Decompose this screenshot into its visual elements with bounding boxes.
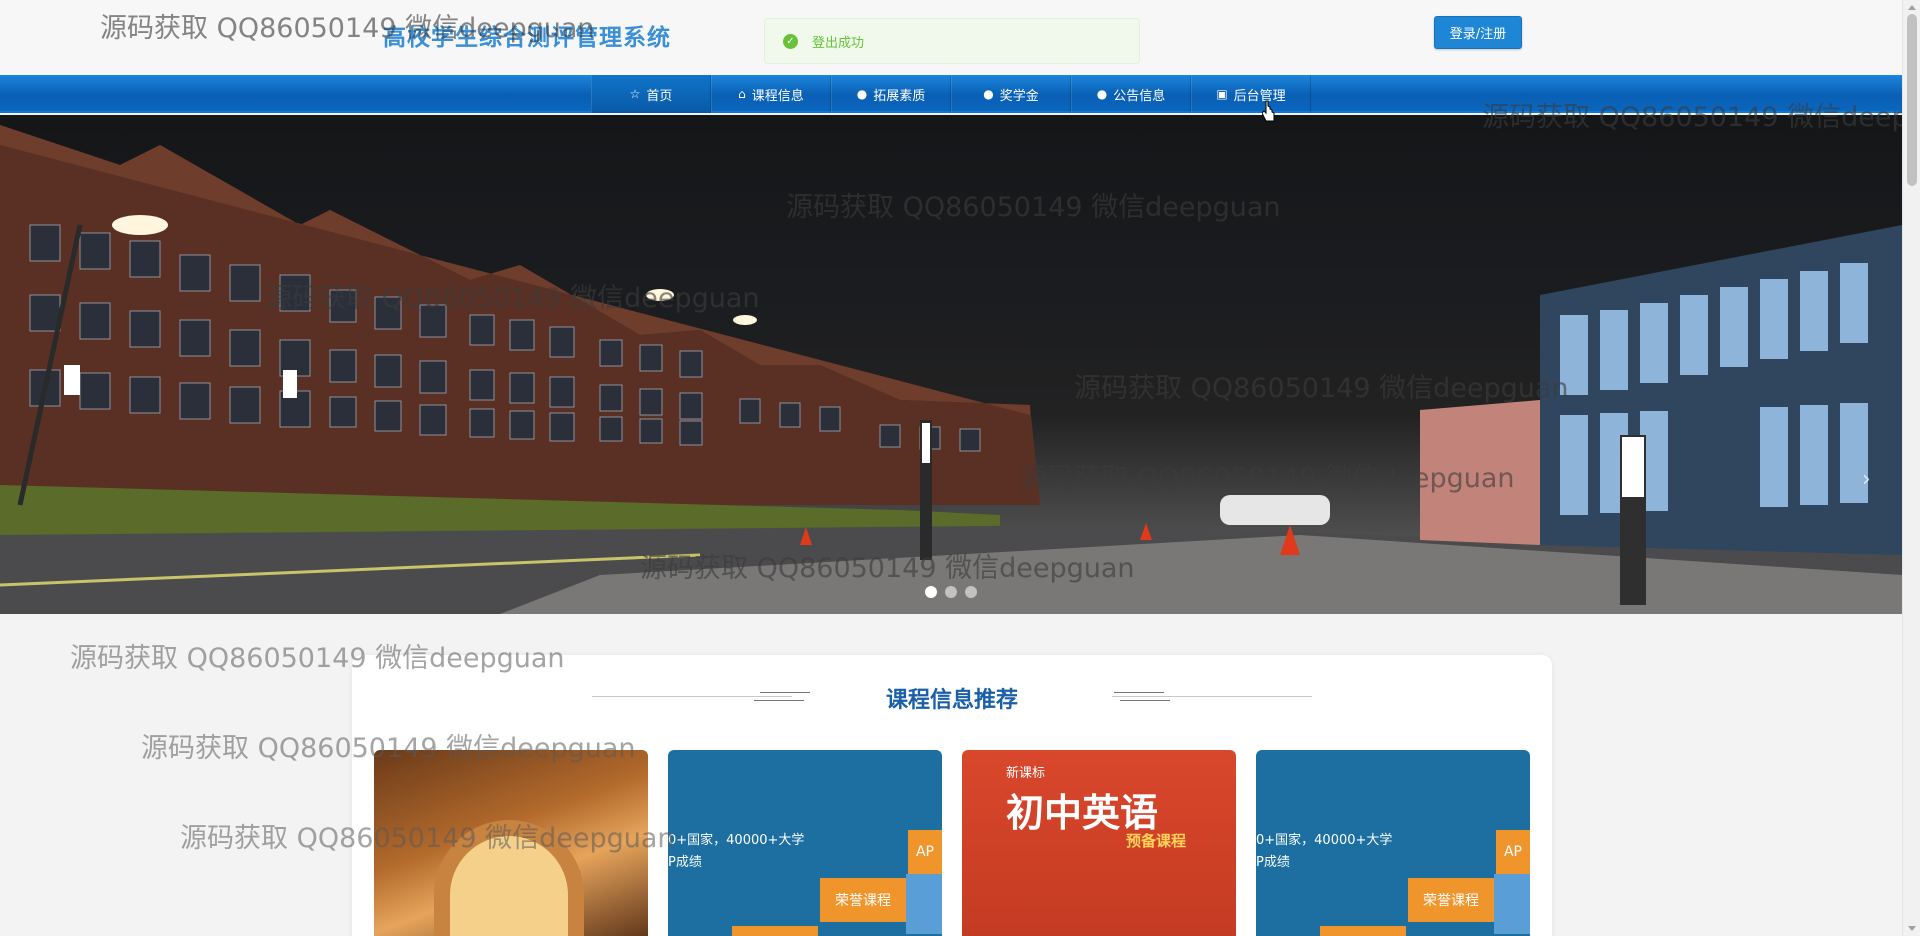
course-card[interactable]: 0+国家，40000+大学 P成绩 AP 荣誉课程 — [1256, 750, 1530, 936]
card-text-line: 0+国家，40000+大学 — [1256, 833, 1393, 848]
course-card[interactable]: 新课标 初中英语 预备课程 — [962, 750, 1236, 936]
bag-icon: ⌂ — [738, 87, 746, 101]
watermark: 源码获取 QQ86050149 微信deepguan — [180, 823, 675, 854]
card-tag: 荣誉课程 — [1408, 878, 1494, 922]
carousel-dot[interactable] — [945, 586, 957, 598]
book-series: 新课标 — [1006, 766, 1046, 781]
card-decor-block — [1320, 926, 1406, 936]
watermark: 源码获取 QQ86050149 微信deepguan — [1482, 102, 1920, 133]
card-text-line: 0+国家，40000+大学 — [668, 833, 805, 848]
nav-item-admin[interactable]: ▣ 后台管理 — [1191, 75, 1311, 113]
course-card[interactable]: 0+国家，40000+大学 P成绩 AP 荣誉课程 — [668, 750, 942, 936]
nav-item-quality[interactable]: ● 拓展素质 — [831, 75, 951, 113]
card-text-line: P成绩 — [668, 855, 702, 870]
nav-list: ☆ 首页 ⌂ 课程信息 ● 拓展素质 ● 奖学金 ● 公告信息 ▣ 后台管理 — [591, 75, 1311, 113]
scroll-thumb[interactable] — [1907, 14, 1917, 186]
book-subtitle: 预备课程 — [1126, 832, 1187, 850]
logout-toast: ✓ 登出成功 — [764, 18, 1140, 64]
card-corner-tag: AP — [1496, 830, 1530, 874]
title-divider-right-mark — [1114, 692, 1164, 693]
title-divider-right — [1112, 696, 1312, 697]
watermark: 源码获取 QQ86050149 微信deepguan — [640, 553, 1135, 584]
toast-message: 登出成功 — [812, 35, 865, 51]
nav-label: 公告信息 — [1113, 88, 1166, 104]
watermark: 源码获取 QQ86050149 微信deepguan — [70, 643, 565, 674]
card-decor-block — [1494, 874, 1530, 934]
info-icon: ● — [1096, 87, 1108, 101]
nav-label: 奖学金 — [999, 88, 1039, 104]
login-register-button[interactable]: 登录/注册 — [1434, 16, 1522, 49]
card-tag: 荣誉课程 — [820, 878, 906, 922]
carousel-indicators — [925, 586, 977, 598]
scroll-up-icon[interactable] — [1908, 5, 1916, 10]
watermark: 源码获取 QQ86050149 微信deepguan — [265, 283, 760, 314]
card-decor-block — [906, 874, 942, 934]
nav-item-notice[interactable]: ● 公告信息 — [1071, 75, 1191, 113]
mouse-cursor-icon — [1262, 100, 1275, 122]
nav-label: 首页 — [646, 88, 673, 104]
nav-label: 拓展素质 — [873, 88, 926, 104]
watermark: 源码获取 QQ86050149 微信deepguan — [141, 733, 636, 764]
scroll-down-icon[interactable] — [1908, 926, 1916, 931]
course-recommend-section: 课程信息推荐 0+国家，40000+大学 P成绩 AP 荣誉课程 新课标 初中英… — [352, 655, 1552, 936]
nav-label: 课程信息 — [751, 88, 804, 104]
watermark: 源码获取 QQ86050149 微信deepguan — [100, 13, 595, 44]
watermark: 源码获取 QQ86050149 微信deepguan — [786, 192, 1281, 223]
watermark: 源码获取 QQ86050149 微信deepguan — [1074, 373, 1569, 404]
check-circle-icon: ✓ — [783, 33, 798, 49]
nav-item-home[interactable]: ☆ 首页 — [591, 75, 711, 113]
question-icon: ● — [983, 87, 994, 101]
nav-item-course[interactable]: ⌂ 课程信息 — [711, 75, 831, 113]
carousel-dot[interactable] — [925, 586, 937, 598]
info-icon: ● — [856, 87, 868, 101]
card-decor-block — [732, 926, 818, 936]
card-corner-tag: AP — [908, 830, 942, 874]
nav-label: 后台管理 — [1233, 88, 1286, 104]
nav-item-scholarship[interactable]: ● 奖学金 — [951, 75, 1071, 113]
carousel-dot[interactable] — [965, 586, 977, 598]
chevron-right-icon[interactable]: › — [1862, 467, 1871, 492]
clipboard-icon: ▣ — [1216, 87, 1228, 101]
title-divider-right-mark — [1120, 700, 1170, 701]
card-text-line: P成绩 — [1256, 855, 1290, 870]
section-title: 课程信息推荐 — [885, 688, 1018, 713]
page-scrollbar[interactable] — [1902, 0, 1920, 936]
book-title: 初中英语 — [1006, 790, 1159, 835]
watermark: 源码获取 QQ86050149 微信deepguan — [1020, 463, 1515, 494]
star-icon: ☆ — [629, 87, 641, 101]
